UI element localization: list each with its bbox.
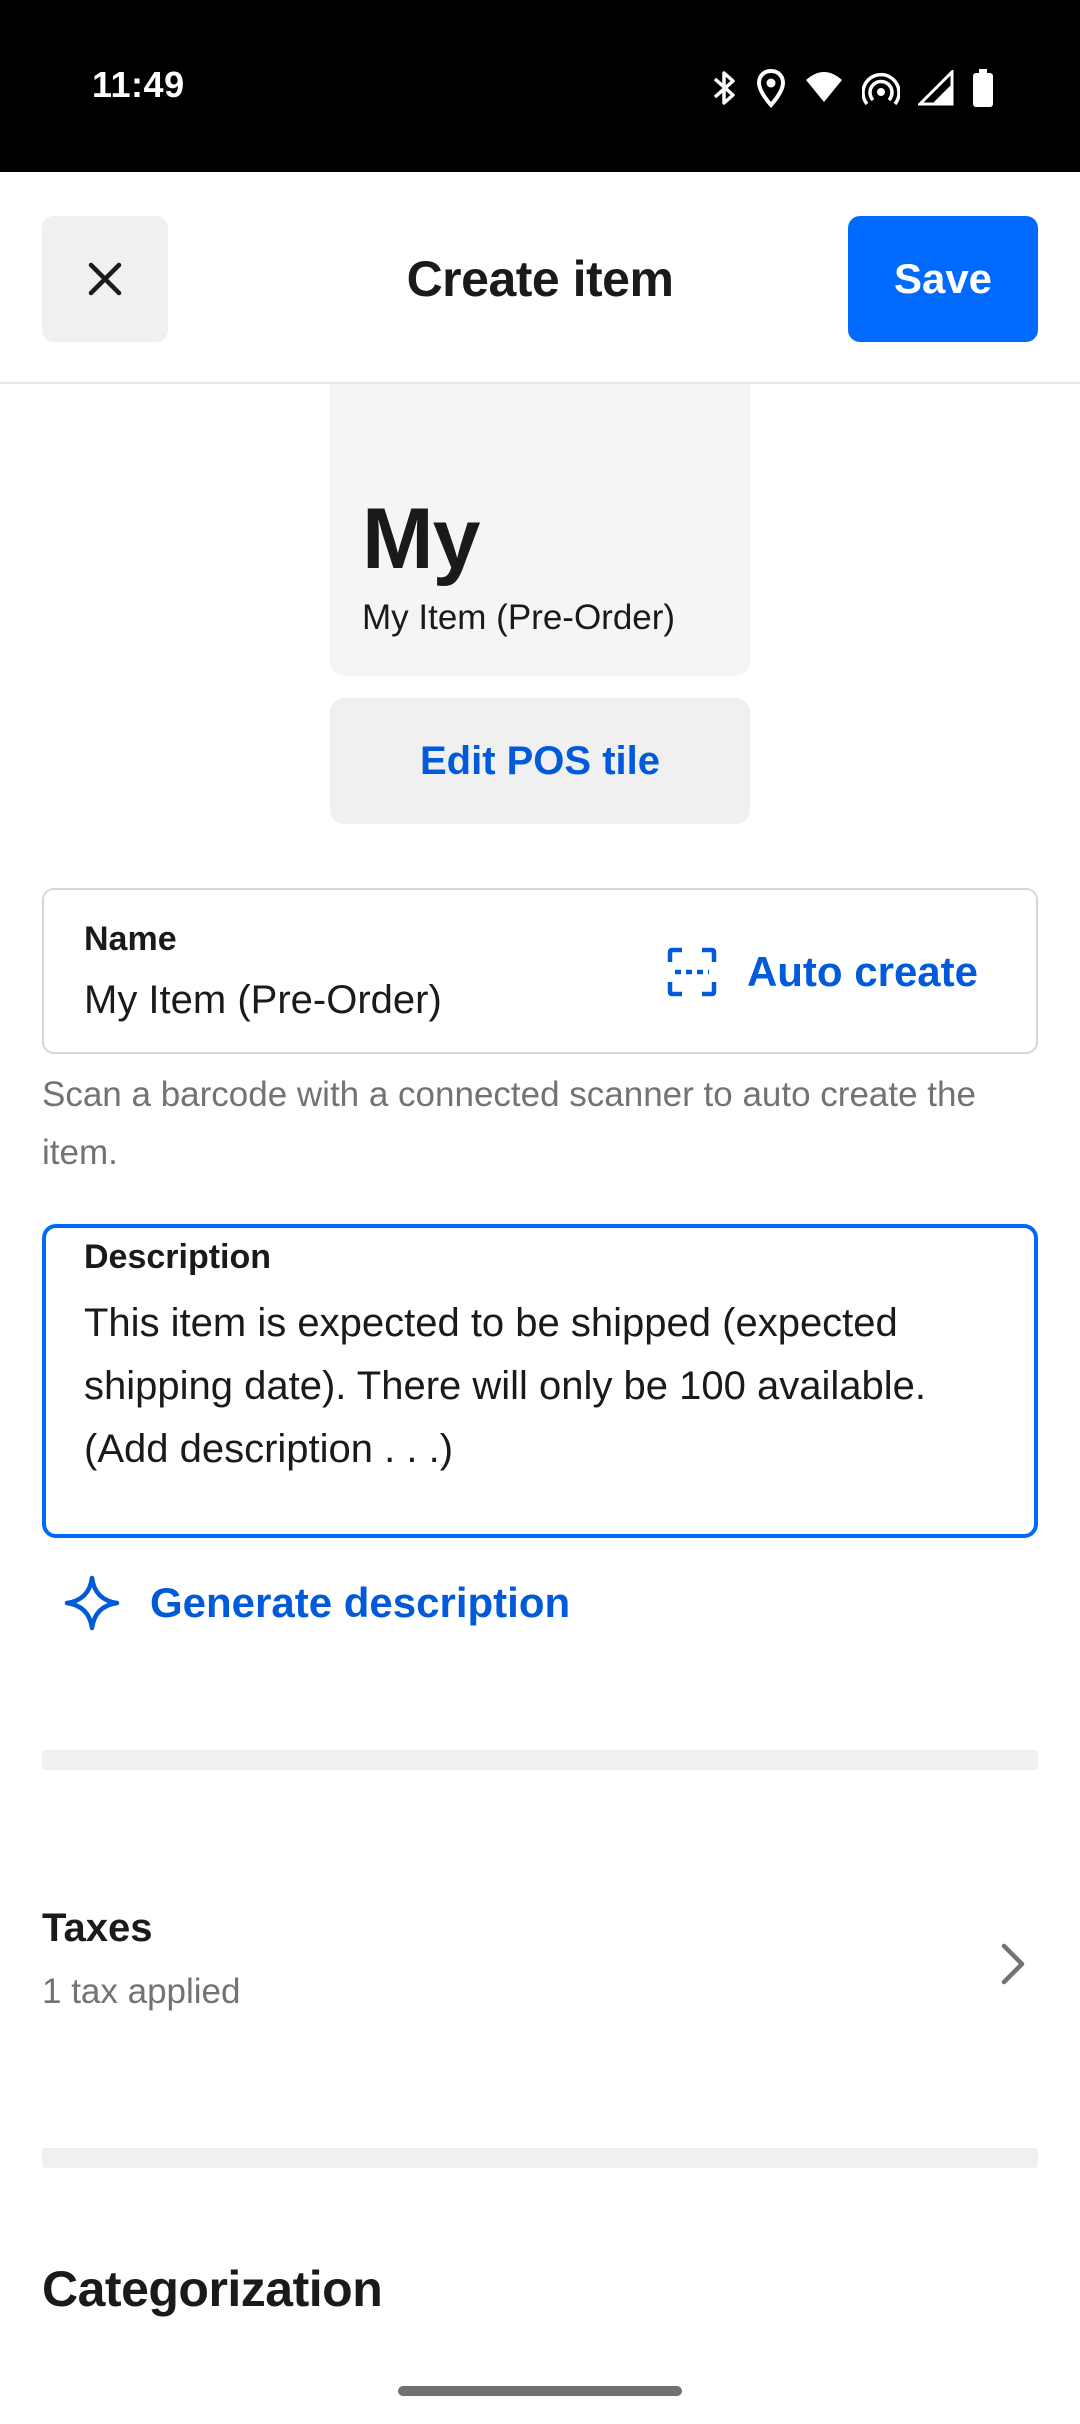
cell-signal-icon [918,70,954,106]
battery-icon [972,68,994,108]
taxes-title: Taxes [42,1906,153,1950]
name-field[interactable]: Name My Item (Pre-Order) Auto create [42,888,1038,1054]
status-time: 11:49 [92,64,185,105]
taxes-row[interactable]: Taxes 1 tax applied [0,1880,1080,2050]
section-divider [42,1750,1038,1770]
categorization-heading: Categorization [42,2261,383,2317]
chevron-right-icon [1001,1943,1025,1985]
bluetooth-icon [712,68,738,108]
generate-description-button[interactable]: Generate description [64,1572,570,1634]
pos-tile-abbreviation: My [362,491,480,587]
name-input[interactable]: My Item (Pre-Order) [84,978,442,1023]
auto-create-label: Auto create [746,948,978,995]
home-indicator[interactable] [398,2386,682,2396]
header: Create item Save [0,172,1080,384]
name-helper-text: Scan a barcode with a connected scanner … [42,1075,976,1172]
pos-tile-name: My Item (Pre-Order) [362,598,676,637]
wifi-icon [804,70,844,106]
description-input[interactable]: This item is expected to be shipped (exp… [84,1292,1004,1481]
taxes-subtitle: 1 tax applied [42,1972,241,2011]
edit-pos-tile-button[interactable]: Edit POS tile [330,698,750,824]
section-divider [42,2148,1038,2168]
description-label: Description [84,1238,272,1276]
close-icon [88,262,122,296]
hotspot-icon [862,69,900,107]
sparkle-icon [64,1575,120,1631]
auto-create-button[interactable]: Auto create [667,942,978,1002]
status-bar: 11:49 [0,0,1080,172]
pos-tile-preview: My My Item (Pre-Order) [330,384,750,676]
location-icon [756,68,786,108]
name-label: Name [84,920,177,958]
status-icons [712,66,994,110]
close-button[interactable] [42,216,168,342]
generate-description-label: Generate description [150,1579,571,1626]
save-button[interactable]: Save [848,216,1038,342]
barcode-scan-icon [667,947,717,997]
description-field[interactable]: Description This item is expected to be … [42,1224,1038,1538]
